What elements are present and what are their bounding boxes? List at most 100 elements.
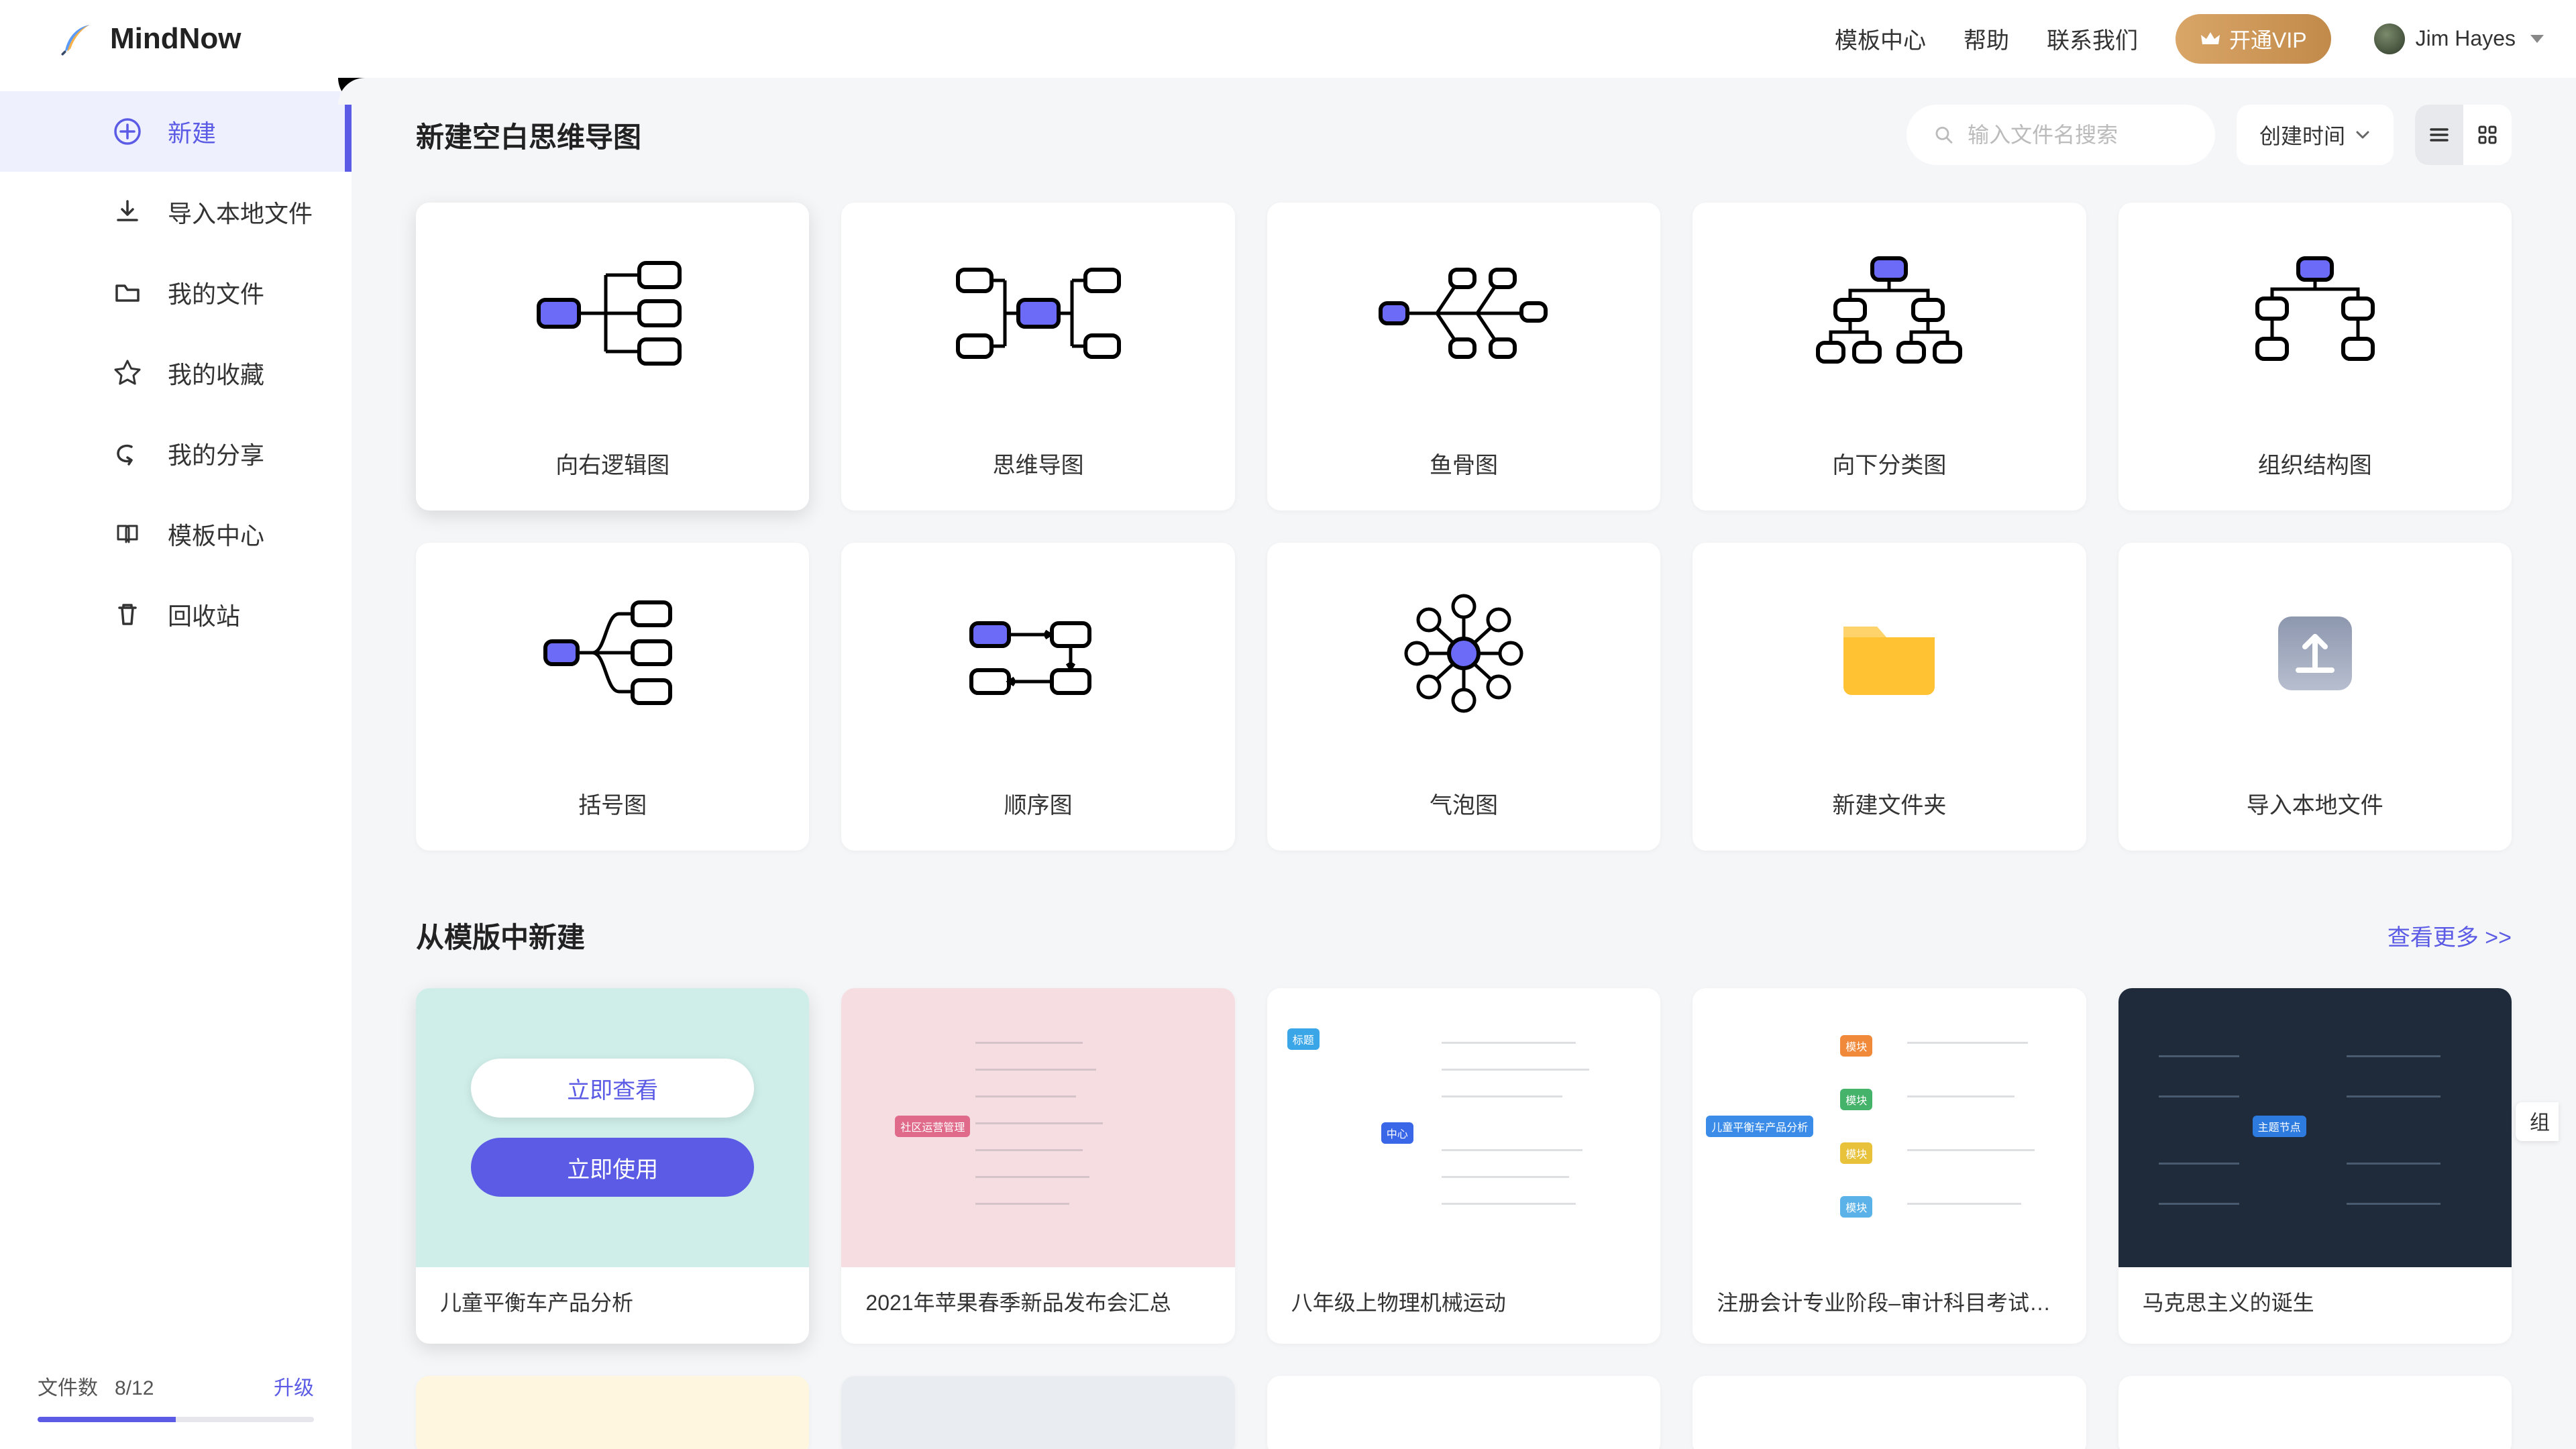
template-label: 组织结构图 <box>2118 424 2512 511</box>
feather-icon <box>59 20 97 58</box>
sidebar-item-label: 我的分享 <box>168 436 264 471</box>
fishbone-icon <box>1377 256 1551 370</box>
template-label: 向下分类图 <box>1693 424 2086 511</box>
bracket-icon <box>539 593 686 714</box>
template-thumb <box>841 543 1234 764</box>
view-toggle <box>2415 105 2512 165</box>
chevron-down-icon <box>2355 127 2371 143</box>
template-thumb <box>2118 203 2512 424</box>
template-label: 思维导图 <box>841 424 1234 511</box>
template-card-bubble[interactable]: 气泡图 <box>1267 543 1660 851</box>
logo[interactable]: MindNow <box>59 20 241 58</box>
sort-label: 创建时间 <box>2259 119 2345 150</box>
tree-down-icon <box>1809 253 1970 374</box>
project-thumb <box>2118 1376 2512 1449</box>
sidebar-item-files[interactable]: 我的文件 <box>0 252 352 333</box>
header-nav: 模板中心 帮助 联系我们 开通VIP <box>1835 14 2331 64</box>
file-count-label: 文件数 <box>38 1377 98 1399</box>
folder-icon <box>113 278 142 307</box>
use-button[interactable]: 立即使用 <box>471 1138 754 1197</box>
project-label: 儿童平衡车产品分析 <box>416 1267 809 1344</box>
upgrade-link[interactable]: 升级 <box>274 1371 314 1401</box>
app-header: MindNow 模板中心 帮助 联系我们 开通VIP Jim Hayes <box>0 0 2576 78</box>
sidebar-item-template-center[interactable]: 模板中心 <box>0 494 352 574</box>
project-label: 2021年苹果春季新品发布会汇总 <box>841 1267 1234 1344</box>
project-card[interactable]: 标题 中心 八年级上物理机械运动 <box>1267 988 1660 1344</box>
project-card[interactable]: 儿童平衡车产品分析 模块 模块 模块 模块 注册会计专业阶段–审计科目考试大纲… <box>1693 988 2086 1344</box>
template-card-mindmap[interactable]: 思维导图 <box>841 203 1234 511</box>
project-card-peek[interactable] <box>841 1376 1234 1449</box>
see-more-link[interactable]: 查看更多 >> <box>2387 919 2512 952</box>
project-thumb: 主题节点 <box>2118 988 2512 1267</box>
project-card[interactable]: 社区运营管理 2021年苹果春季新品发布会汇总 <box>841 988 1234 1344</box>
search-input[interactable] <box>1968 123 2188 148</box>
template-thumb <box>2118 543 2512 764</box>
search-icon <box>1933 123 1954 147</box>
nav-contact[interactable]: 联系我们 <box>2047 22 2138 55</box>
sidebar-item-label: 导入本地文件 <box>168 195 313 229</box>
sidebar: 新建 导入本地文件 我的文件 我的收藏 <box>0 78 352 1449</box>
star-icon <box>113 358 142 388</box>
project-card-peek[interactable] <box>416 1376 809 1449</box>
template-card-org[interactable]: 组织结构图 <box>2118 203 2512 511</box>
template-card-new-folder[interactable]: 新建文件夹 <box>1693 543 2086 851</box>
template-card-import-local[interactable]: 导入本地文件 <box>2118 543 2512 851</box>
view-grid-button[interactable] <box>2463 105 2512 165</box>
template-label: 向右逻辑图 <box>416 424 809 511</box>
storage-progress <box>38 1417 314 1422</box>
plus-circle-icon <box>113 117 142 146</box>
template-thumb <box>1267 543 1660 764</box>
project-card-peek[interactable] <box>1267 1376 1660 1449</box>
template-card-bracket[interactable]: 括号图 <box>416 543 809 851</box>
vip-button[interactable]: 开通VIP <box>2176 14 2331 64</box>
project-thumb <box>841 1376 1234 1449</box>
sequence-icon <box>958 596 1119 710</box>
project-card-peek[interactable] <box>1693 1376 2086 1449</box>
book-icon <box>113 519 142 549</box>
template-thumb <box>841 203 1234 424</box>
nav-help[interactable]: 帮助 <box>1964 22 2009 55</box>
sidebar-item-new[interactable]: 新建 <box>0 91 352 172</box>
nav-templates[interactable]: 模板中心 <box>1835 22 1926 55</box>
upload-tile-icon <box>2265 603 2365 704</box>
template-card-tree-down[interactable]: 向下分类图 <box>1693 203 2086 511</box>
chevron-down-icon <box>2530 35 2544 43</box>
scroll-peek-badge[interactable]: 组 <box>2516 1102 2559 1141</box>
project-thumb: 立即查看 立即使用 <box>416 988 809 1267</box>
search-box[interactable] <box>1907 105 2215 165</box>
grid-icon <box>2475 123 2500 147</box>
user-name: Jim Hayes <box>2416 26 2516 51</box>
sidebar-item-label: 我的文件 <box>168 275 264 310</box>
sidebar-item-favorites[interactable]: 我的收藏 <box>0 333 352 413</box>
project-thumb <box>1267 1376 1660 1449</box>
template-thumb <box>416 543 809 764</box>
template-card-right-logic[interactable]: 向右逻辑图 <box>416 203 809 511</box>
project-grid-row2 <box>416 1376 2512 1449</box>
list-icon <box>2427 123 2451 147</box>
user-menu[interactable]: Jim Hayes <box>2374 23 2544 54</box>
template-thumb <box>1693 203 2086 424</box>
template-thumb <box>1693 543 2086 764</box>
folder-color-icon <box>1835 606 1943 700</box>
file-count-value: 8/12 <box>115 1377 154 1399</box>
preview-button[interactable]: 立即查看 <box>471 1059 754 1118</box>
mindmap-icon <box>951 256 1126 370</box>
sidebar-item-label: 回收站 <box>168 597 240 632</box>
template-thumb <box>416 203 809 424</box>
sidebar-item-label: 我的收藏 <box>168 356 264 390</box>
view-list-button[interactable] <box>2415 105 2463 165</box>
blank-template-grid: 向右逻辑图 思维导图 <box>416 203 2512 851</box>
bubble-icon <box>1390 586 1538 720</box>
sidebar-item-share[interactable]: 我的分享 <box>0 413 352 494</box>
project-card[interactable]: 立即查看 立即使用 儿童平衡车产品分析 <box>416 988 809 1344</box>
sort-dropdown[interactable]: 创建时间 <box>2237 105 2394 165</box>
trash-icon <box>113 600 142 629</box>
sidebar-item-trash[interactable]: 回收站 <box>0 574 352 655</box>
sidebar-item-import[interactable]: 导入本地文件 <box>0 172 352 252</box>
download-icon <box>113 197 142 227</box>
project-card-peek[interactable] <box>2118 1376 2512 1449</box>
template-card-sequence[interactable]: 顺序图 <box>841 543 1234 851</box>
project-label: 注册会计专业阶段–审计科目考试大纲… <box>1693 1267 2086 1344</box>
project-card[interactable]: 主题节点 马克思主义的诞生 <box>2118 988 2512 1344</box>
template-card-fishbone[interactable]: 鱼骨图 <box>1267 203 1660 511</box>
